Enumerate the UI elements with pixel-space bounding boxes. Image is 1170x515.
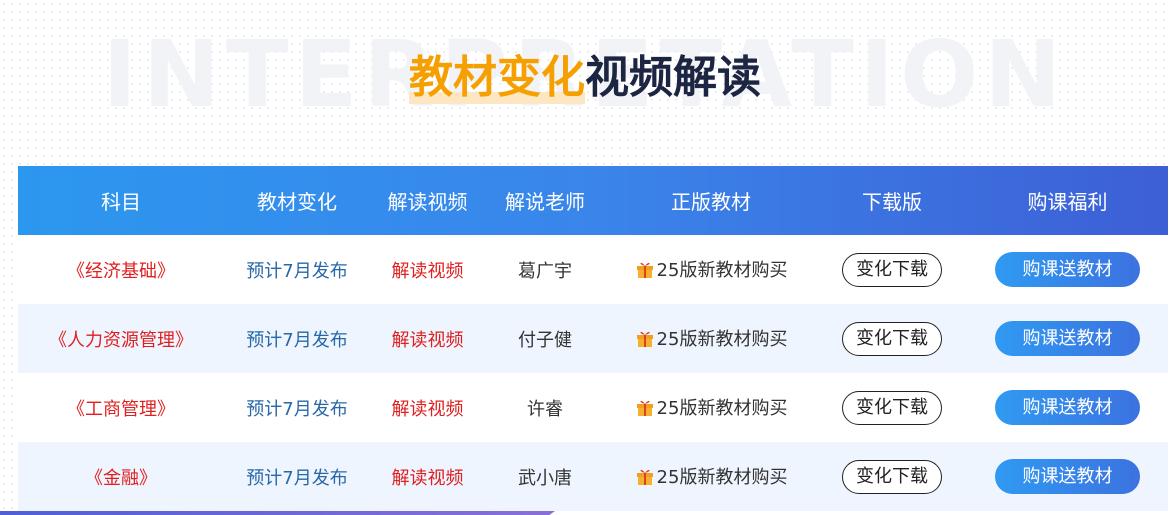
page: INTERPRETATION 教材变化视频解读 科目 教材变化 解读视频 解说老… [0, 0, 1170, 515]
teacher-name: 许睿 [527, 398, 563, 420]
buy-course-button[interactable]: 购课送教材 [995, 321, 1140, 356]
download-cell: 变化下载 [817, 321, 967, 356]
download-cell: 变化下载 [817, 390, 967, 425]
release-status: 预计7月发布 [246, 467, 348, 489]
buy-cell: 购课送教材 [967, 252, 1168, 287]
buy-cell: 购课送教材 [967, 321, 1168, 356]
textbook-purchase-link[interactable]: 25版新教材购买 [635, 394, 788, 420]
release-status: 预计7月发布 [246, 329, 348, 351]
video-link[interactable]: 解读视频 [370, 326, 485, 352]
title-highlight: 教材变化 [409, 52, 585, 103]
textbook-purchase-link[interactable]: 25版新教材购买 [635, 325, 788, 351]
gift-icon [636, 262, 653, 278]
download-cell: 变化下载 [817, 459, 967, 494]
subject-link[interactable]: 《人力资源管理》 [18, 326, 224, 352]
header-benefit: 购课福利 [1027, 190, 1108, 214]
subject-link[interactable]: 《经济基础》 [18, 257, 224, 283]
gift-icon [636, 469, 653, 485]
change-download-button[interactable]: 变化下载 [842, 390, 942, 425]
header-genuine-textbook: 正版教材 [671, 190, 751, 214]
buy-cell: 购课送教材 [967, 459, 1168, 494]
textbook-video-table: 科目 教材变化 解读视频 解说老师 正版教材 下载版 购课福利 《经济基础》 预… [18, 166, 1168, 511]
release-status: 预计7月发布 [246, 398, 348, 420]
textbook-purchase-label: 25版新教材购买 [656, 397, 788, 419]
teacher-name: 付子健 [518, 329, 572, 351]
title-rest: 视频解读 [585, 52, 761, 103]
change-download-button[interactable]: 变化下载 [842, 459, 942, 494]
change-download-button[interactable]: 变化下载 [842, 252, 942, 287]
title-highlight-wrap: 教材变化 [409, 48, 585, 108]
header-teacher: 解说老师 [505, 190, 585, 214]
download-cell: 变化下载 [817, 252, 967, 287]
table-row: 《经济基础》 预计7月发布 解读视频 葛广宇 25版新教材购买 变化下载 购课送… [18, 235, 1168, 304]
table-header: 科目 教材变化 解读视频 解说老师 正版教材 下载版 购课福利 [18, 166, 1168, 235]
buy-cell: 购课送教材 [967, 390, 1168, 425]
header-subject: 科目 [101, 190, 141, 214]
bottom-accent-bar [0, 511, 555, 515]
video-link[interactable]: 解读视频 [370, 395, 485, 421]
textbook-purchase-label: 25版新教材购买 [656, 466, 788, 488]
textbook-purchase-cell: 25版新教材购买 [605, 325, 817, 353]
buy-course-button[interactable]: 购课送教材 [995, 390, 1140, 425]
buy-course-button[interactable]: 购课送教材 [995, 252, 1140, 287]
video-link[interactable]: 解读视频 [370, 464, 485, 490]
header-download: 下载版 [862, 190, 922, 214]
subject-link[interactable]: 《工商管理》 [18, 395, 224, 421]
subject-link[interactable]: 《金融》 [18, 464, 224, 490]
textbook-purchase-label: 25版新教材购买 [656, 328, 788, 350]
textbook-purchase-link[interactable]: 25版新教材购买 [635, 463, 788, 489]
page-title: 教材变化视频解读 [0, 48, 1170, 108]
teacher-name: 葛广宇 [518, 260, 572, 282]
release-status: 预计7月发布 [246, 260, 348, 282]
textbook-purchase-link[interactable]: 25版新教材购买 [635, 256, 788, 282]
textbook-purchase-label: 25版新教材购买 [656, 259, 788, 281]
table-row: 《金融》 预计7月发布 解读视频 武小唐 25版新教材购买 变化下载 购课送教材 [18, 442, 1168, 511]
gift-icon [636, 331, 653, 347]
textbook-purchase-cell: 25版新教材购买 [605, 394, 817, 422]
textbook-purchase-cell: 25版新教材购买 [605, 463, 817, 491]
change-download-button[interactable]: 变化下载 [842, 321, 942, 356]
gift-icon [636, 400, 653, 416]
textbook-purchase-cell: 25版新教材购买 [605, 256, 817, 284]
table-row: 《人力资源管理》 预计7月发布 解读视频 付子健 25版新教材购买 变化下载 购… [18, 304, 1168, 373]
video-link[interactable]: 解读视频 [370, 257, 485, 283]
teacher-name: 武小唐 [518, 467, 572, 489]
header-textbook-change: 教材变化 [257, 190, 337, 214]
table-row: 《工商管理》 预计7月发布 解读视频 许睿 25版新教材购买 变化下载 购课送教… [18, 373, 1168, 442]
header-video: 解读视频 [387, 190, 468, 214]
buy-course-button[interactable]: 购课送教材 [995, 459, 1140, 494]
